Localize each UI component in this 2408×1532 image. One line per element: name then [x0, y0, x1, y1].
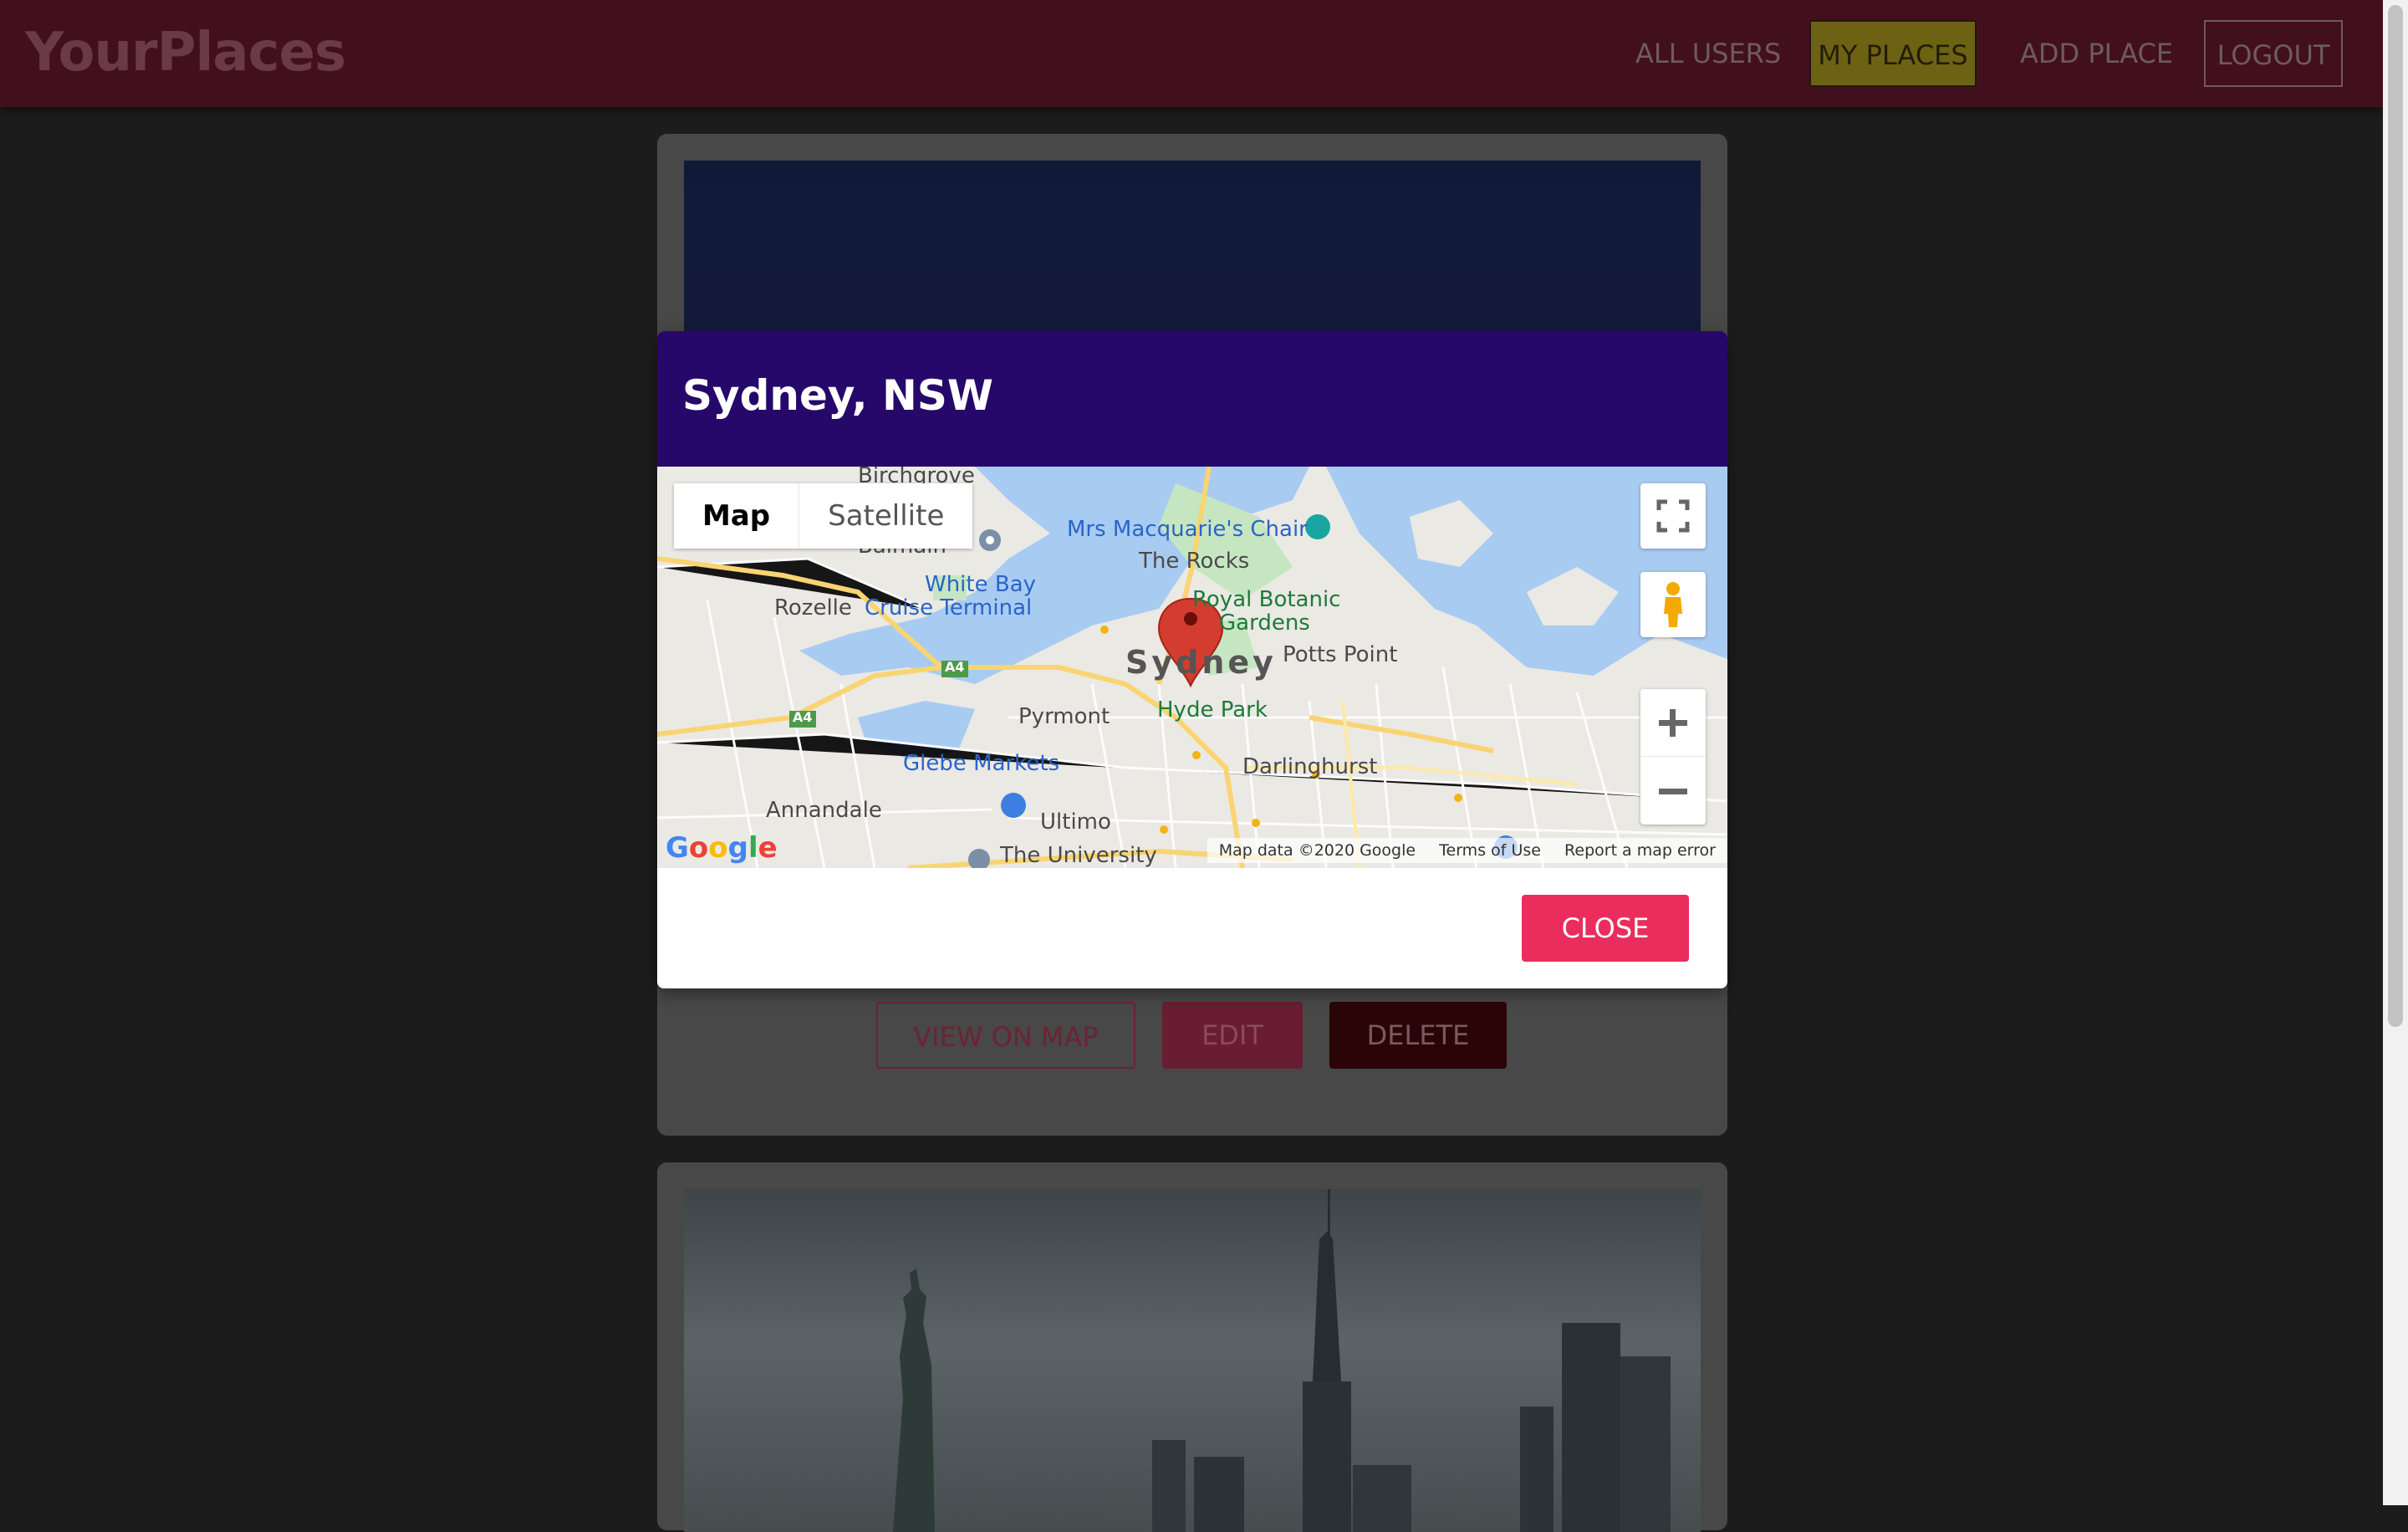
- place-image: [684, 1189, 1701, 1532]
- place-card: [657, 1162, 1727, 1532]
- nav-add-place[interactable]: ADD PLACE: [2007, 20, 2186, 87]
- modal-title: Sydney, NSW: [682, 371, 994, 420]
- road-shield: A4: [945, 659, 965, 675]
- map-type-satellite-button[interactable]: Satellite: [798, 483, 972, 549]
- scrollbar-thumb[interactable]: [2388, 5, 2403, 1027]
- map-label: Annandale: [766, 798, 882, 823]
- logout-button[interactable]: LOGOUT: [2204, 20, 2343, 87]
- google-map[interactable]: Birchgrove Balmain Mrs Macquarie's Chair…: [657, 467, 1727, 868]
- report-map-error-link[interactable]: Report a map error: [1564, 841, 1716, 860]
- map-label: Glebe Markets: [903, 751, 1060, 776]
- app-logo[interactable]: YourPlaces: [25, 22, 346, 84]
- google-logo[interactable]: Google: [666, 831, 778, 865]
- close-button[interactable]: CLOSE: [1522, 895, 1689, 962]
- map-label: Darlinghurst: [1242, 754, 1378, 779]
- map-label: Ultimo: [1040, 809, 1111, 835]
- edit-button[interactable]: EDIT: [1162, 1002, 1303, 1069]
- map-label: Pyrmont: [1018, 704, 1110, 729]
- modal-header: Sydney, NSW: [657, 331, 1727, 467]
- map-label: The University: [1000, 843, 1157, 868]
- map-type-map-button[interactable]: Map: [674, 483, 798, 549]
- minus-icon: [1659, 789, 1687, 794]
- nav-my-places[interactable]: MY PLACES: [1809, 20, 1977, 87]
- map-label: Sydney: [1125, 644, 1277, 681]
- main-header: YourPlaces ALL USERS MY PLACES ADD PLACE…: [0, 0, 2383, 107]
- road-shield: A4: [793, 709, 813, 725]
- view-on-map-button[interactable]: VIEW ON MAP: [876, 1002, 1135, 1069]
- zoom-in-button[interactable]: [1640, 689, 1706, 757]
- terms-of-use-link[interactable]: Terms of Use: [1439, 841, 1541, 860]
- map-label: Cruise Terminal: [865, 595, 1033, 620]
- pegman-icon: [1664, 582, 1682, 627]
- map-data-credit: Map data ©2020 Google: [1218, 841, 1416, 860]
- fullscreen-icon: [1656, 499, 1690, 533]
- fullscreen-button[interactable]: [1640, 483, 1706, 549]
- plus-icon: [1659, 709, 1687, 737]
- modal-footer: CLOSE: [657, 868, 1727, 988]
- map-modal: Sydney, NSW Birchgrove Mrs Macquarie's C…: [657, 331, 1727, 988]
- map-type-control: Map Satellite: [674, 483, 973, 549]
- map-attribution: Map data ©2020 Google Terms of Use Repor…: [1207, 838, 1727, 863]
- zoom-control: [1640, 689, 1706, 825]
- zoom-out-button[interactable]: [1640, 758, 1706, 825]
- map-label: Potts Point: [1283, 642, 1398, 667]
- map-label: Royal Botanic: [1192, 587, 1341, 612]
- delete-button[interactable]: DELETE: [1329, 1002, 1507, 1069]
- street-view-pegman-button[interactable]: [1640, 572, 1706, 637]
- map-label: The Rocks: [1139, 549, 1250, 574]
- map-label: Rozelle: [774, 595, 852, 620]
- place-image: [684, 161, 1701, 336]
- map-label: White Bay: [925, 572, 1037, 597]
- map-label: Mrs Macquarie's Chair: [1067, 517, 1308, 542]
- map-label: Hyde Park: [1157, 697, 1268, 723]
- nav-all-users[interactable]: ALL USERS: [1622, 20, 1794, 87]
- map-label: Gardens: [1219, 610, 1310, 636]
